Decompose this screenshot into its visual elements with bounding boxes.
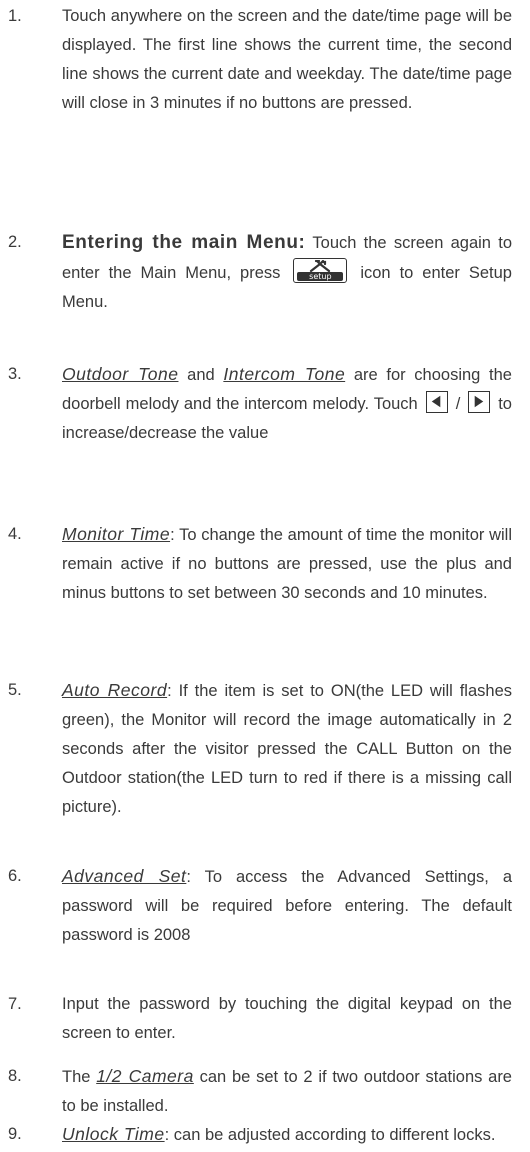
item-body: and bbox=[178, 366, 224, 384]
term-auto-record: Auto Record bbox=[62, 680, 168, 700]
item-number: 8. bbox=[8, 1067, 22, 1085]
item-body: Input the password by touching the digit… bbox=[62, 995, 512, 1042]
item-body: : can be adjusted according to different… bbox=[164, 1126, 496, 1144]
setup-tools-icon: setup bbox=[293, 258, 348, 283]
item-text: Monitor Time: To change the amount of ti… bbox=[62, 520, 512, 608]
triangle-left-icon bbox=[425, 391, 448, 413]
triangle-right-icon bbox=[468, 391, 491, 413]
item-text: Input the password by touching the digit… bbox=[62, 990, 512, 1048]
item-number: 2. bbox=[8, 233, 22, 251]
item-number: 4. bbox=[8, 525, 22, 543]
item-text: Outdoor Tone and Intercom Tone are for c… bbox=[62, 360, 512, 448]
item-body: / bbox=[450, 395, 466, 413]
term-advanced-set: Advanced Set bbox=[62, 866, 187, 886]
item-text: Unlock Time: can be adjusted according t… bbox=[62, 1120, 512, 1150]
item-number: 1. bbox=[8, 7, 22, 25]
term-intercom-tone: Intercom Tone bbox=[223, 364, 346, 384]
item-text: The 1/2 Camera can be set to 2 if two ou… bbox=[62, 1062, 512, 1121]
term-camera: 1/2 Camera bbox=[96, 1066, 194, 1086]
item-body: The bbox=[62, 1068, 97, 1086]
item-text: Advanced Set: To access the Advanced Set… bbox=[62, 862, 512, 950]
item-number: 7. bbox=[8, 995, 22, 1013]
item-text: Touch anywhere on the screen and the dat… bbox=[62, 2, 512, 118]
item-number: 3. bbox=[8, 365, 22, 383]
setup-icon-label: setup bbox=[297, 272, 344, 281]
item-text: Auto Record: If the item is set to ON(th… bbox=[62, 676, 512, 822]
item-body: : If the item is set to ON(the LED will … bbox=[62, 682, 512, 816]
section-heading: Entering the main Menu: bbox=[62, 232, 306, 253]
item-text: Entering the main Menu: Touch the screen… bbox=[62, 228, 512, 317]
item-number: 5. bbox=[8, 681, 22, 699]
term-monitor-time: Monitor Time bbox=[62, 524, 171, 544]
term-outdoor-tone: Outdoor Tone bbox=[62, 364, 179, 384]
term-unlock-time: Unlock Time bbox=[62, 1124, 165, 1144]
item-number: 9. bbox=[8, 1125, 22, 1143]
item-body: Touch anywhere on the screen and the dat… bbox=[62, 7, 512, 112]
item-number: 6. bbox=[8, 867, 22, 885]
